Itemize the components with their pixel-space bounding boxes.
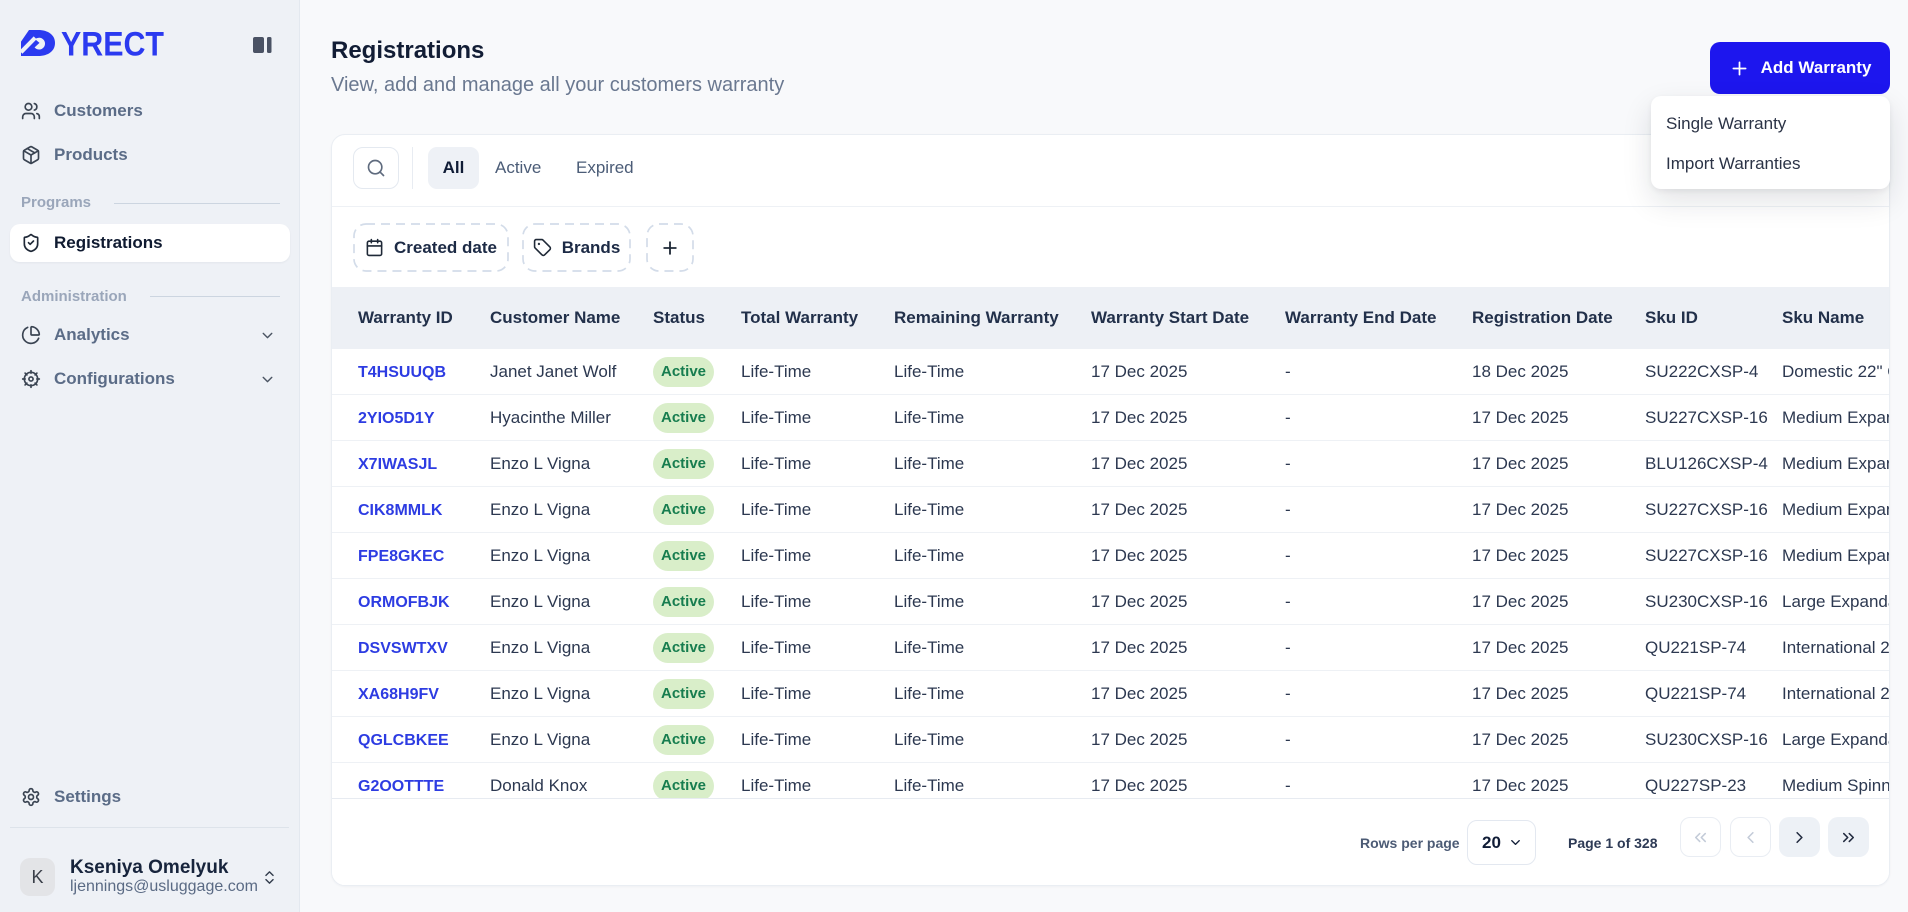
svg-text:YRECT: YRECT (61, 29, 164, 57)
